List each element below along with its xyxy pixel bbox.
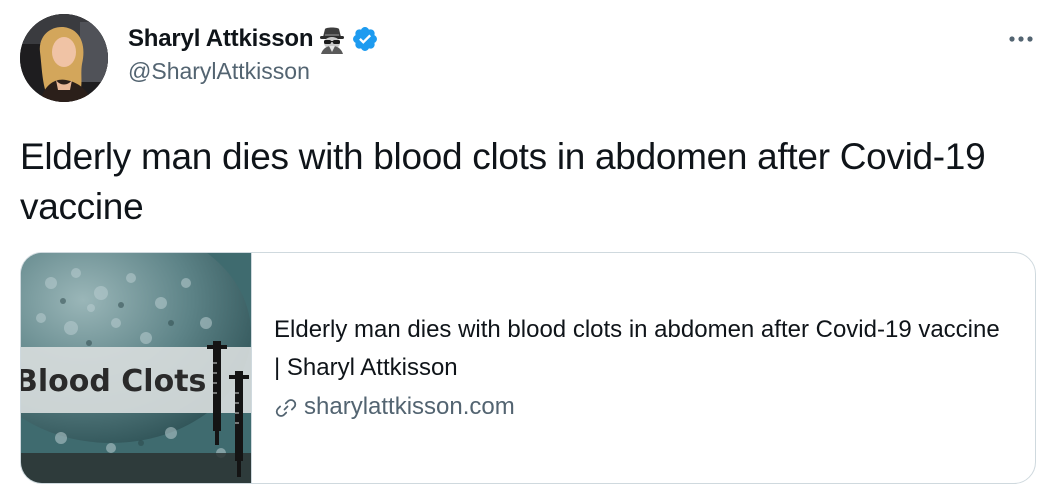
tweet-text: Elderly man dies with blood clots in abd… [20,136,986,227]
avatar-photo [20,14,108,102]
author-info: Sharyl Attkisson @SharylAttkisson [128,22,379,85]
name-row: Sharyl Attkisson [128,22,379,56]
card-body: Elderly man dies with blood clots in abd… [252,253,1035,483]
card-image: Blood Clots [21,253,252,483]
tweet: Sharyl Attkisson @SharylAttkisson Elderl… [0,0,1054,504]
link-icon [274,395,298,419]
display-name[interactable]: Sharyl Attkisson [128,25,313,53]
link-card[interactable]: Blood Clots Elderly man dies with blood … [20,252,1036,484]
more-horizontal-icon [1009,36,1033,42]
blood-clots-thumbnail: Blood Clots [21,253,251,483]
card-title[interactable]: Elderly man dies with blood clots in abd… [274,311,1004,387]
card-domain-text: sharylattkisson.com [304,393,515,420]
card-domain[interactable]: sharylattkisson.com [274,389,1015,425]
more-options-button[interactable] [1004,22,1038,56]
avatar[interactable] [20,14,108,102]
detective-emoji-icon [317,24,347,54]
thumbnail-text: Blood Clots [21,364,206,399]
handle[interactable]: @SharylAttkisson [128,58,379,85]
verified-badge-icon [351,25,379,53]
